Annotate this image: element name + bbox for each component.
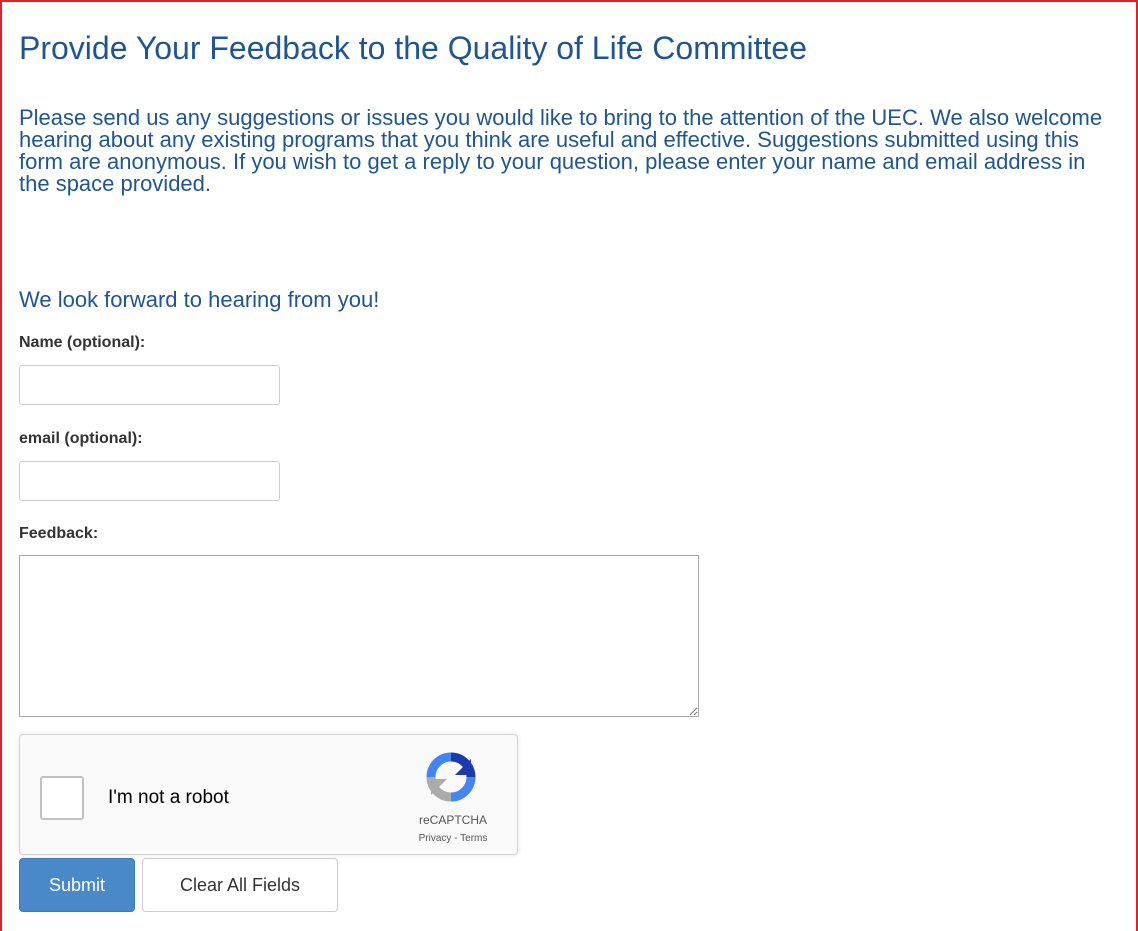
recaptcha-links: Privacy - Terms: [405, 833, 501, 844]
recaptcha-widget: I'm not a robot reCAPTCHA Privacy - Term…: [19, 734, 518, 855]
closing-text: We look forward to hearing from you!: [19, 287, 380, 312]
email-label: email (optional):: [19, 430, 143, 447]
email-field[interactable]: [19, 461, 280, 501]
privacy-link[interactable]: Privacy: [419, 833, 452, 844]
recaptcha-brand: reCAPTCHA: [418, 813, 487, 827]
clear-all-fields-button[interactable]: Clear All Fields: [142, 858, 338, 912]
terms-link[interactable]: Terms: [460, 833, 487, 844]
recaptcha-label: I'm not a robot: [108, 787, 229, 808]
name-label: Name (optional):: [19, 334, 146, 351]
intro-paragraph: Please send us any suggestions or issues…: [19, 105, 1103, 196]
recaptcha-icon: [426, 752, 476, 802]
submit-button[interactable]: Submit: [19, 858, 135, 912]
name-field[interactable]: [19, 365, 280, 405]
recaptcha-checkbox[interactable]: [40, 776, 84, 820]
feedback-label: Feedback:: [19, 525, 99, 542]
links-separator: -: [451, 833, 461, 844]
feedback-textarea[interactable]: [19, 555, 699, 717]
page-title: Provide Your Feedback to the Quality of …: [19, 30, 807, 66]
